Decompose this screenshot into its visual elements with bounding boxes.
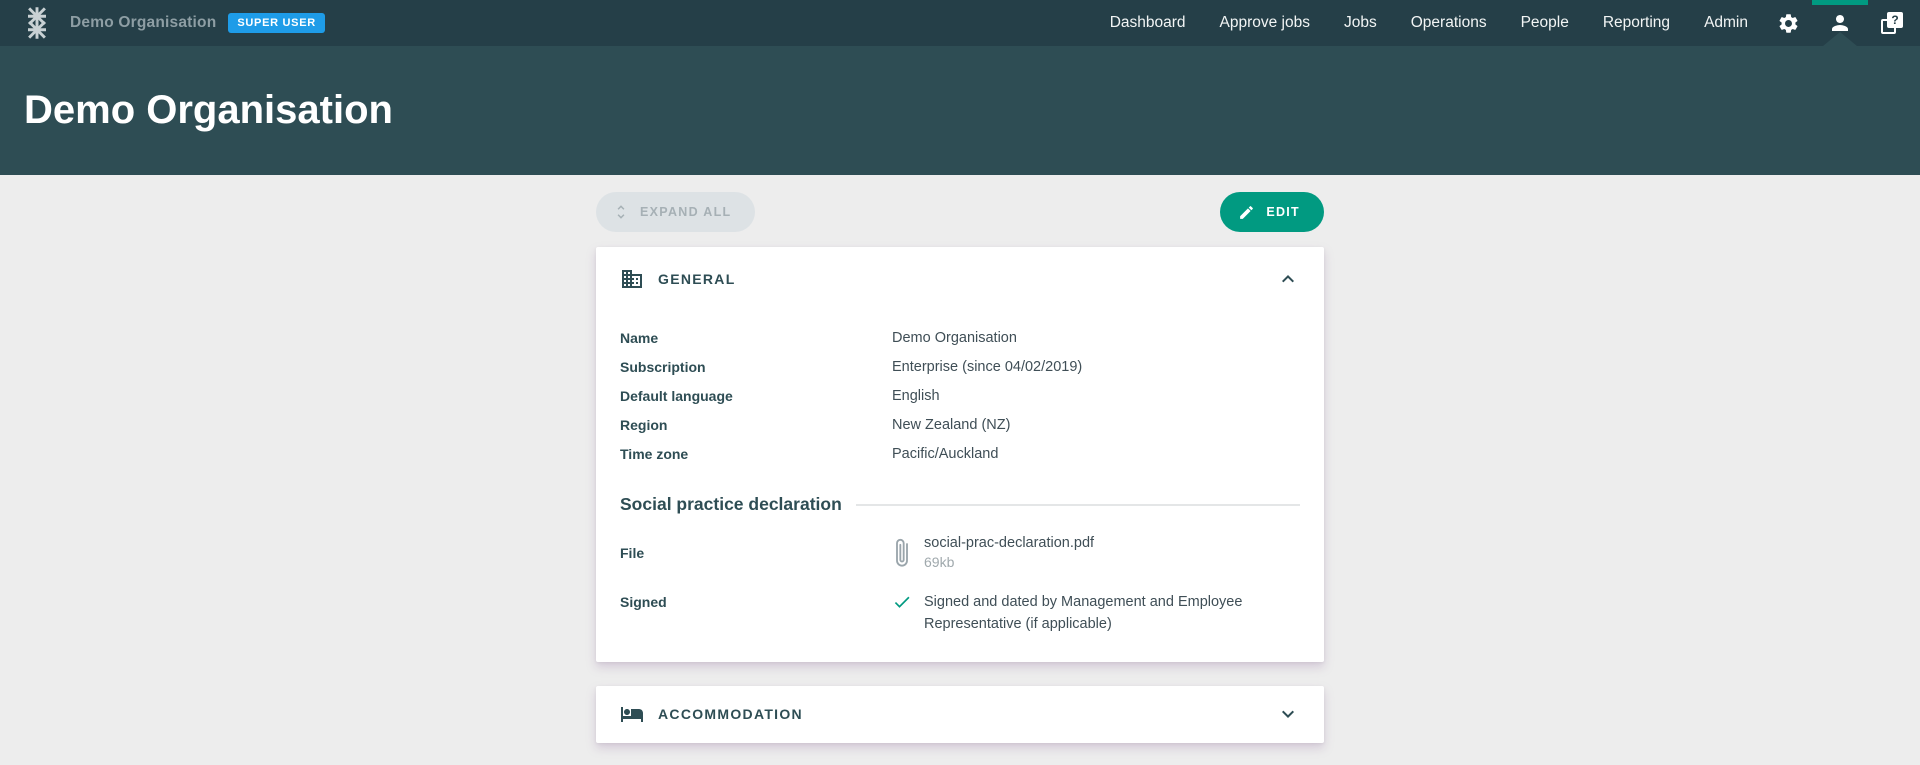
top-nav-bar: Demo Organisation SUPER USER Dashboard A… <box>0 0 1920 46</box>
help-icon: ? <box>1881 12 1903 34</box>
section-divider <box>856 504 1300 506</box>
chevron-down-icon[interactable] <box>1276 702 1300 726</box>
signed-label: Signed <box>620 591 892 636</box>
paperclip-icon <box>892 535 912 573</box>
help-button[interactable]: ? <box>1880 11 1904 35</box>
field-value: English <box>892 388 940 404</box>
snowflake-logo-icon <box>19 5 55 41</box>
field-value: Demo Organisation <box>892 330 1017 346</box>
page-header: Demo Organisation <box>0 46 1920 175</box>
nav-item-approve-jobs[interactable]: Approve jobs <box>1220 14 1310 32</box>
general-fields: Name Demo Organisation Subscription Ente… <box>620 323 1300 468</box>
file-info: social-prac-declaration.pdf 69kb <box>924 535 1094 573</box>
general-card: GENERAL Name Demo Organisation Subscript… <box>596 247 1324 662</box>
active-nav-notch <box>1823 32 1857 46</box>
file-label: File <box>620 535 892 573</box>
field-label: Name <box>620 330 892 346</box>
expand-all-button[interactable]: EXPAND ALL <box>596 192 755 232</box>
edit-button[interactable]: EDIT <box>1220 192 1324 232</box>
field-label: Default language <box>620 388 892 404</box>
field-label: Time zone <box>620 446 892 462</box>
brand: Demo Organisation SUPER USER <box>18 4 325 42</box>
edit-label: EDIT <box>1266 205 1300 219</box>
settings-button[interactable] <box>1776 11 1800 35</box>
bed-icon <box>620 702 644 726</box>
field-label: Region <box>620 417 892 433</box>
nav-item-reporting[interactable]: Reporting <box>1603 14 1670 32</box>
snowflake-logo[interactable] <box>18 4 56 42</box>
accommodation-card-title: ACCOMMODATION <box>658 706 1276 722</box>
field-row-region: Region New Zealand (NZ) <box>620 410 1300 439</box>
active-nav-indicator <box>1812 0 1868 5</box>
nav-item-dashboard[interactable]: Dashboard <box>1110 14 1186 32</box>
pencil-icon <box>1238 204 1255 221</box>
section-title: Social practice declaration <box>620 494 842 515</box>
gear-icon <box>1777 12 1800 35</box>
field-row-default-language: Default language English <box>620 381 1300 410</box>
signed-value: Signed and dated by Management and Emplo… <box>892 591 1300 636</box>
file-row: File social-prac-declaration.pdf 69kb <box>620 535 1300 573</box>
user-account-button[interactable] <box>1828 11 1852 35</box>
chevron-up-icon[interactable] <box>1276 267 1300 291</box>
check-icon <box>892 592 912 612</box>
nav-menu: Dashboard Approve jobs Jobs Operations P… <box>1076 11 1904 35</box>
nav-item-operations[interactable]: Operations <box>1411 14 1487 32</box>
file-size: 69kb <box>924 554 1094 570</box>
field-row-name: Name Demo Organisation <box>620 323 1300 352</box>
nav-item-jobs[interactable]: Jobs <box>1344 14 1377 32</box>
general-card-title: GENERAL <box>658 271 1276 287</box>
accommodation-card-header[interactable]: ACCOMMODATION <box>596 686 1324 743</box>
field-value: Pacific/Auckland <box>892 446 998 462</box>
page-title: Demo Organisation <box>24 88 393 133</box>
nav-item-people[interactable]: People <box>1521 14 1569 32</box>
file-attachment[interactable]: social-prac-declaration.pdf 69kb <box>892 535 1094 573</box>
nav-org-name: Demo Organisation <box>70 14 216 32</box>
file-name[interactable]: social-prac-declaration.pdf <box>924 535 1094 551</box>
field-value: Enterprise (since 04/02/2019) <box>892 359 1082 375</box>
field-row-time-zone: Time zone Pacific/Auckland <box>620 439 1300 468</box>
main-content: EXPAND ALL EDIT GENERAL Name Demo Organi… <box>596 192 1324 743</box>
unfold-more-icon <box>612 203 630 221</box>
expand-all-label: EXPAND ALL <box>640 205 731 219</box>
field-label: Subscription <box>620 359 892 375</box>
field-value: New Zealand (NZ) <box>892 417 1010 433</box>
signed-row: Signed Signed and dated by Management an… <box>620 591 1300 636</box>
social-practice-section-header: Social practice declaration <box>620 494 1300 515</box>
general-card-header[interactable]: GENERAL <box>620 247 1300 291</box>
super-user-badge: SUPER USER <box>228 13 325 33</box>
actions-row: EXPAND ALL EDIT <box>596 192 1324 232</box>
signed-text: Signed and dated by Management and Emplo… <box>924 591 1300 636</box>
nav-item-admin[interactable]: Admin <box>1704 14 1748 32</box>
field-row-subscription: Subscription Enterprise (since 04/02/201… <box>620 352 1300 381</box>
building-icon <box>620 267 644 291</box>
